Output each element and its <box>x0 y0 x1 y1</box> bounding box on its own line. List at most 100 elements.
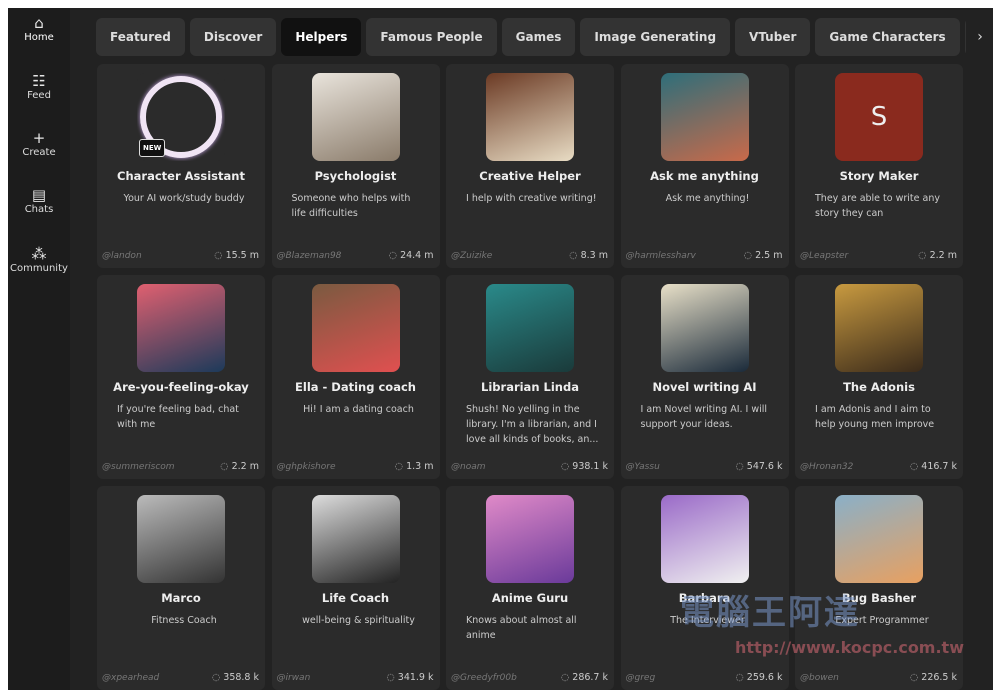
character-avatar <box>311 495 400 583</box>
creator-handle[interactable]: @Hronan32 <box>800 462 853 472</box>
chat-count-value: 938.1 k <box>572 461 608 472</box>
creator-handle[interactable]: @harmlessharv <box>626 251 696 261</box>
creator-handle[interactable]: @landon <box>102 251 142 261</box>
character-description: Shush! No yelling in the library. I'm a … <box>466 404 599 445</box>
chat-count-value: 358.8 k <box>223 672 259 683</box>
chat-count: ◌ 226.5 k <box>910 672 957 683</box>
character-name: Life Coach <box>321 591 390 605</box>
sidebar-item-chats[interactable]: ▤ Chats <box>8 186 70 215</box>
chat-bubble-icon: ◌ <box>735 672 747 683</box>
character-card[interactable]: Marco Fitness Coach @xpearhead ◌ 358.8 k <box>97 486 265 690</box>
new-badge: NEW <box>139 139 166 157</box>
character-name: Psychologist <box>314 169 397 183</box>
creator-handle[interactable]: @Greedyfr00b <box>451 673 517 683</box>
character-avatar <box>486 284 574 372</box>
creator-handle[interactable]: @Yassu <box>626 462 660 472</box>
tab-famous-people[interactable]: Famous People <box>366 18 497 56</box>
tabs-next-button[interactable]: › <box>970 18 990 56</box>
sidebar-item-home[interactable]: ⌂ Home <box>8 14 70 43</box>
chat-count: ◌ 1.3 m <box>395 461 434 472</box>
creator-handle[interactable]: @ghpkishore <box>277 462 336 472</box>
character-description: Fitness Coach <box>151 615 217 626</box>
creator-handle[interactable]: @Leapster <box>800 251 848 261</box>
tab-games[interactable]: Games <box>501 18 576 56</box>
character-card[interactable]: Librarian Linda Shush! No yelling in the … <box>446 275 614 479</box>
sidebar-item-community[interactable]: ⁂ Community <box>8 245 70 274</box>
sidebar-item-label: Home <box>24 32 54 43</box>
chat-count: ◌ 938.1 k <box>561 461 608 472</box>
character-avatar <box>311 73 400 161</box>
tab-anime[interactable]: Anime <box>964 18 966 56</box>
character-card[interactable]: S Story Maker They are able to write any s… <box>795 64 963 268</box>
character-card[interactable]: Life Coach well-being & spirituality @irwa… <box>271 486 440 690</box>
chat-count-value: 24.4 m <box>400 250 434 261</box>
character-avatar <box>486 73 574 161</box>
tab-helpers[interactable]: Helpers <box>281 18 362 56</box>
community-icon: ⁂ <box>31 245 47 263</box>
sidebar-item-label: Feed <box>27 90 51 101</box>
chat-count: ◌ 8.3 m <box>569 250 608 261</box>
character-description: Ask me anything! <box>665 193 750 204</box>
character-description: I am Novel writing AI. I will support yo… <box>640 404 768 430</box>
chat-count-value: 286.7 k <box>572 672 608 683</box>
chat-count: ◌ 24.4 m <box>389 250 434 261</box>
character-description: I help with creative writing! <box>466 193 597 204</box>
chat-count: ◌ 2.2 m <box>918 250 957 261</box>
sidebar-item-feed[interactable]: ☷ Feed <box>8 72 70 101</box>
creator-handle[interactable]: @noam <box>451 462 486 472</box>
character-card[interactable]: The Adonis I am Adonis and I aim to help … <box>795 275 963 479</box>
character-card[interactable]: Anime Guru Knows about almost all anime @G… <box>446 486 614 690</box>
character-avatar <box>137 284 225 372</box>
character-card[interactable]: Are-you-feeling-okay If you're feeling ba… <box>97 275 265 479</box>
character-description: They are able to write any story they ca… <box>815 193 940 219</box>
character-card[interactable]: NEW Character Assistant Your AI work/study… <box>97 64 265 268</box>
chat-bubble-icon: ◌ <box>918 250 930 261</box>
creator-handle[interactable]: @xpearhead <box>102 673 159 683</box>
chat-bubble-icon: ◌ <box>735 461 747 472</box>
sidebar-item-create[interactable]: + Create <box>8 129 70 158</box>
creator-handle[interactable]: @irwan <box>277 673 311 683</box>
tab-game-characters[interactable]: Game Characters <box>815 18 960 56</box>
sidebar-item-label: Community <box>10 263 68 274</box>
chat-count-value: 15.5 m <box>225 250 259 261</box>
character-avatar <box>660 495 749 583</box>
character-name: Novel writing AI <box>652 380 757 394</box>
character-card[interactable]: Ask me anything Ask me anything! @harmless… <box>620 64 789 268</box>
chat-bubble-icon: ◌ <box>569 250 581 261</box>
character-description: I am Adonis and I aim to help young men … <box>815 404 935 430</box>
character-card[interactable]: Psychologist Someone who helps with life … <box>271 64 440 268</box>
chat-bubble-icon: ◌ <box>743 250 756 261</box>
character-card[interactable]: Creative Helper I help with creative writ… <box>446 64 614 268</box>
sidebar: ⌂ Home ☷ Feed + Create ▤ Chats ⁂ Community <box>8 8 70 690</box>
character-description: Hi! I am a dating coach <box>303 404 414 415</box>
chat-bubble-icon: ◌ <box>211 672 224 683</box>
avatar-letter: S <box>870 102 888 132</box>
creator-handle[interactable]: @Blazeman98 <box>277 251 342 261</box>
chat-count: ◌ 259.6 k <box>735 672 782 683</box>
chat-bubble-icon: ◌ <box>214 250 226 261</box>
chat-count-value: 226.5 k <box>921 672 957 683</box>
character-description: If you're feeling bad, chat with me <box>117 404 239 430</box>
chat-count: ◌ 2.5 m <box>744 250 783 261</box>
chat-bubble-icon: ◌ <box>394 461 407 472</box>
chat-bubble-icon: ◌ <box>386 672 398 683</box>
character-description: well-being & spirituality <box>302 615 415 626</box>
character-card[interactable]: Ella - Dating coach Hi! I am a dating coa… <box>271 275 440 479</box>
creator-handle[interactable]: @Zuizike <box>451 251 492 261</box>
chat-bubble-icon: ◌ <box>909 672 922 683</box>
creator-handle[interactable]: @greg <box>626 673 656 683</box>
watermark-url: http://www.kocpc.com.tw <box>735 638 964 657</box>
chat-count: ◌ 2.2 m <box>220 461 259 472</box>
character-description: Your AI work/study buddy <box>123 193 245 204</box>
character-name: Ella - Dating coach <box>295 380 416 394</box>
tab-image-generating[interactable]: Image Generating <box>580 18 731 56</box>
tab-vtuber[interactable]: VTuber <box>735 18 811 56</box>
creator-handle[interactable]: @summeriscom <box>102 462 175 472</box>
character-avatar: NEW <box>137 73 225 161</box>
chat-bubble-icon: ◌ <box>909 461 922 472</box>
creator-handle[interactable]: @bowen <box>800 673 839 683</box>
character-avatar <box>660 284 749 372</box>
tab-discover[interactable]: Discover <box>189 18 277 56</box>
tab-featured[interactable]: Featured <box>96 18 185 56</box>
character-card[interactable]: Novel writing AI I am Novel writing AI. I… <box>620 275 789 479</box>
